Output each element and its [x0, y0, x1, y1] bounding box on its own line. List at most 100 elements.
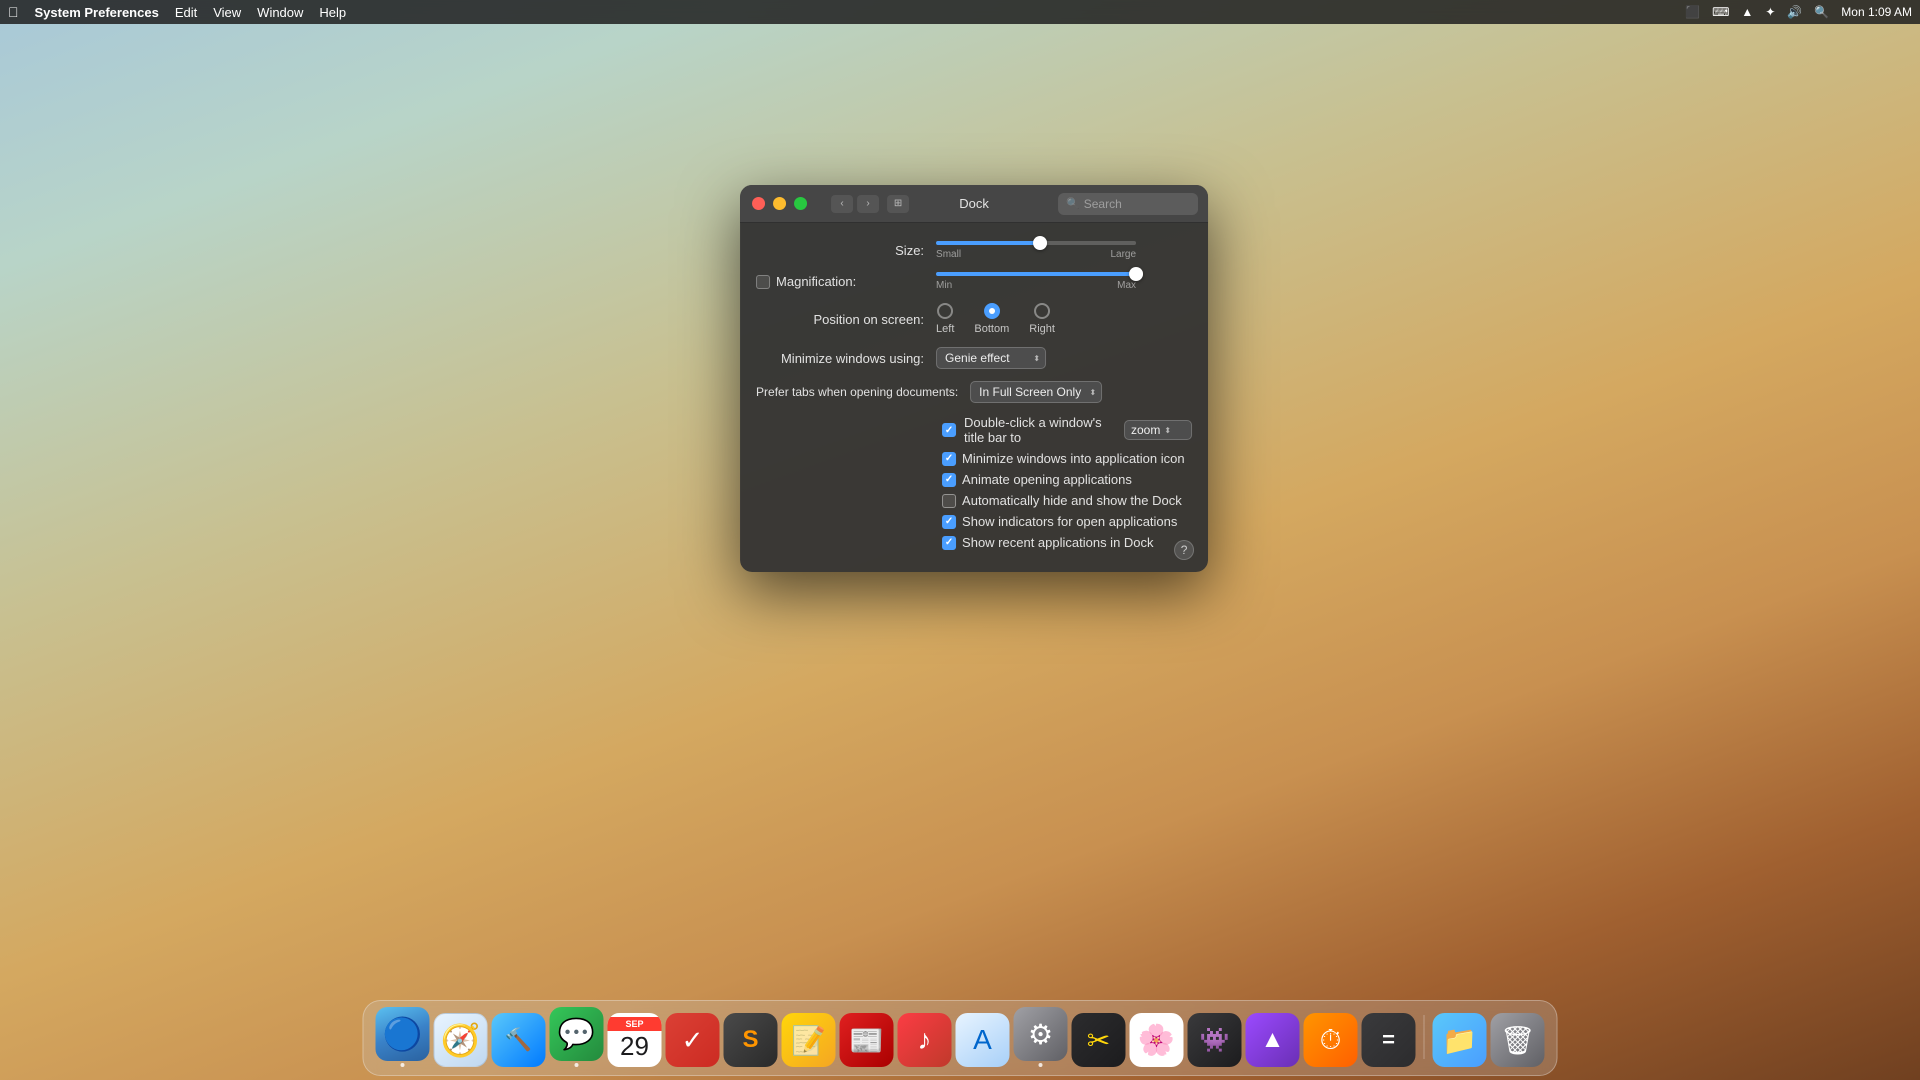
dock-separator	[1424, 1015, 1425, 1059]
dock-item-calendar[interactable]: SEP 29	[608, 1013, 662, 1067]
news-icon[interactable]: 📰	[840, 1013, 894, 1067]
doubleclick-label: Double-click a window's title bar to	[964, 415, 1116, 445]
magnification-slider-track[interactable]	[936, 272, 1136, 276]
dock-item-safari[interactable]: 🧭	[434, 1013, 488, 1067]
position-right-option[interactable]: Right	[1029, 303, 1055, 335]
music-icon[interactable]: ♪	[898, 1013, 952, 1067]
app-name[interactable]: System Preferences	[35, 5, 159, 20]
dock-item-finalcut[interactable]: ✂	[1072, 1013, 1126, 1067]
checkbox-row-indicators: Show indicators for open applications	[756, 514, 1192, 529]
dock-item-news[interactable]: 📰	[840, 1013, 894, 1067]
maximize-button[interactable]	[794, 197, 807, 210]
desktop:  System Preferences Edit View Window He…	[0, 0, 1920, 1080]
magnification-slider-thumb[interactable]	[1129, 267, 1143, 281]
calculator-icon[interactable]: =	[1362, 1013, 1416, 1067]
magnification-control: Min Max	[936, 272, 1192, 291]
minimize-value: Genie effect	[945, 351, 1010, 365]
position-bottom-option[interactable]: Bottom	[974, 303, 1009, 335]
dock-item-instastats[interactable]: 👾	[1188, 1013, 1242, 1067]
position-bottom-radio[interactable]	[984, 303, 1000, 319]
position-right-radio[interactable]	[1034, 303, 1050, 319]
finalcut-icon[interactable]: ✂	[1072, 1013, 1126, 1067]
notes-icon[interactable]: 📝	[782, 1013, 836, 1067]
folder-icon[interactable]: 📁	[1433, 1013, 1487, 1067]
dock-item-timing[interactable]: ⏱	[1304, 1013, 1358, 1067]
dock-item-trash[interactable]: 🗑	[1491, 1013, 1545, 1067]
calendar-icon[interactable]: SEP 29	[608, 1013, 662, 1067]
magnification-checkbox[interactable]	[756, 275, 770, 289]
todoist-icon[interactable]: ✓	[666, 1013, 720, 1067]
sysprefs-icon[interactable]: ⚙	[1014, 1007, 1068, 1061]
dock-item-calculator[interactable]: =	[1362, 1013, 1416, 1067]
dock-item-sysprefs[interactable]: ⚙	[1014, 1007, 1068, 1067]
messages-icon[interactable]: 💬	[550, 1007, 604, 1061]
tabs-dropdown[interactable]: In Full Screen Only ⬍	[970, 381, 1102, 403]
dock-item-todoist[interactable]: ✓	[666, 1013, 720, 1067]
size-slider-thumb[interactable]	[1033, 236, 1047, 250]
bluetooth-icon[interactable]: ✦	[1765, 5, 1775, 19]
dock-item-xcode[interactable]: 🔨	[492, 1013, 546, 1067]
forward-button[interactable]: ›	[857, 195, 879, 213]
dock-item-folder[interactable]: 📁	[1433, 1013, 1487, 1067]
help-menu[interactable]: Help	[319, 5, 346, 20]
minimize-dropdown-arrow: ⬍	[1033, 354, 1040, 363]
messages-dot	[575, 1063, 579, 1067]
dock-item-notes[interactable]: 📝	[782, 1013, 836, 1067]
timing-icon[interactable]: ⏱	[1304, 1013, 1358, 1067]
close-button[interactable]	[752, 197, 765, 210]
size-row: Size: Small Large	[756, 241, 1192, 260]
dock-item-affinity[interactable]: ▲	[1246, 1013, 1300, 1067]
magnification-row: Magnification: Min Max	[756, 272, 1192, 291]
back-button[interactable]: ‹	[831, 195, 853, 213]
dock-item-photos[interactable]: 🌸	[1130, 1013, 1184, 1067]
magnification-slider-fill	[936, 272, 1136, 276]
search-field[interactable]: 🔍	[1058, 193, 1198, 215]
dock-item-sublime[interactable]: S	[724, 1013, 778, 1067]
autohide-checkbox[interactable]	[942, 494, 956, 508]
affinity-icon[interactable]: ▲	[1246, 1013, 1300, 1067]
position-left-radio[interactable]	[937, 303, 953, 319]
indicators-checkbox[interactable]	[942, 515, 956, 529]
position-left-option[interactable]: Left	[936, 303, 954, 335]
minimize-app-checkbox[interactable]	[942, 452, 956, 466]
dock-item-music[interactable]: ♪	[898, 1013, 952, 1067]
recent-checkbox[interactable]	[942, 536, 956, 550]
trash-icon[interactable]: 🗑	[1491, 1013, 1545, 1067]
search-input[interactable]	[1084, 197, 1190, 211]
help-button[interactable]: ?	[1174, 540, 1194, 560]
xcode-icon[interactable]: 🔨	[492, 1013, 546, 1067]
apple-menu[interactable]: 	[8, 4, 19, 20]
dock-item-messages[interactable]: 💬	[550, 1007, 604, 1067]
size-slider-track[interactable]	[936, 241, 1136, 245]
window-nav: ‹ › ⊞	[831, 195, 909, 213]
window-controls	[752, 197, 807, 210]
safari-icon[interactable]: 🧭	[434, 1013, 488, 1067]
checkbox-row-recent: Show recent applications in Dock	[756, 535, 1192, 550]
window-menu[interactable]: Window	[257, 5, 303, 20]
sublime-icon[interactable]: S	[724, 1013, 778, 1067]
photos-icon[interactable]: 🌸	[1130, 1013, 1184, 1067]
view-menu[interactable]: View	[213, 5, 241, 20]
edit-menu[interactable]: Edit	[175, 5, 197, 20]
animate-checkbox[interactable]	[942, 473, 956, 487]
instastats-icon[interactable]: 👾	[1188, 1013, 1242, 1067]
position-radio-group: Left Bottom Right	[936, 303, 1055, 335]
wifi-icon[interactable]: ▲	[1741, 5, 1753, 19]
minimize-button[interactable]	[773, 197, 786, 210]
search-menubar-icon[interactable]: 🔍	[1814, 5, 1829, 19]
minimize-dropdown[interactable]: Genie effect ⬍	[936, 347, 1046, 369]
dock: 🔵 🧭 🔨 💬 SEP 29 ✓ S	[363, 1000, 1558, 1076]
checkbox-row-minimize-app: Minimize windows into application icon	[756, 451, 1192, 466]
doubleclick-dropdown[interactable]: zoom ⬍	[1124, 420, 1192, 440]
dock-item-appstore[interactable]: A	[956, 1013, 1010, 1067]
magnification-slider-labels: Min Max	[936, 280, 1136, 291]
dock-item-finder[interactable]: 🔵	[376, 1007, 430, 1067]
appstore-icon[interactable]: A	[956, 1013, 1010, 1067]
volume-icon[interactable]: 🔊	[1787, 5, 1802, 19]
autohide-label: Automatically hide and show the Dock	[962, 493, 1182, 508]
tabs-control: In Full Screen Only ⬍	[970, 381, 1192, 403]
size-label: Size:	[756, 243, 936, 258]
finder-icon[interactable]: 🔵	[376, 1007, 430, 1061]
grid-button[interactable]: ⊞	[887, 195, 909, 213]
doubleclick-checkbox[interactable]	[942, 423, 956, 437]
